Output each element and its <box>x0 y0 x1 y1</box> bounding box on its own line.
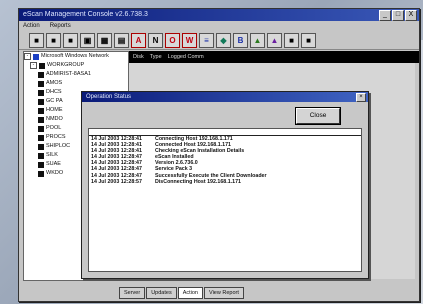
tree-item-label: SHIPLOC <box>46 143 71 149</box>
log-time: 14 Jul 2003 12:28:57 <box>91 178 142 185</box>
close-button[interactable]: Close <box>296 108 340 124</box>
operation-status-dialog: Operation Status × Close 14 Jul 2003 12:… <box>81 91 369 279</box>
toolbar-button-14[interactable]: ▲ <box>250 32 265 48</box>
tab-view-report[interactable]: View Report <box>204 287 244 299</box>
dialog-title: Operation Status <box>86 94 132 100</box>
tab-server[interactable]: Server <box>119 287 146 299</box>
toolbar-button-7[interactable]: A <box>131 32 146 48</box>
toolbar-button-15[interactable]: ▲ <box>267 32 282 48</box>
maximize-button[interactable]: □ <box>392 10 404 21</box>
tree-item-label: GC PA <box>46 98 63 104</box>
network-icon <box>33 53 39 60</box>
tree-item-label: WKDO <box>46 170 64 176</box>
toolbar-button-9[interactable]: O <box>165 32 180 48</box>
computer-icon <box>38 152 44 159</box>
collapse-icon[interactable]: - <box>30 62 37 69</box>
close-window-button[interactable]: X <box>405 10 417 21</box>
computer-icon <box>38 89 44 96</box>
window-controls: _ □ X <box>379 10 417 21</box>
tree-item-label: ADMIRIST-8ASA1 <box>46 71 91 77</box>
computer-icon <box>38 125 44 132</box>
tree-root-label: Microsoft Windows Network <box>41 53 109 59</box>
column-header[interactable]: Disk <box>133 51 144 63</box>
computer-icon <box>38 170 44 177</box>
toolbar: ■ ■ ■ ▣ ▦ ▤ A N O W ≡ ◆ B ▲ ▲ ■ ■ <box>19 31 419 50</box>
tree-item-label: NMDO <box>46 116 63 122</box>
toolbar-button-17[interactable]: ■ <box>301 32 316 48</box>
workgroup-icon <box>39 62 45 69</box>
tree-item-label: DHCS <box>46 89 62 95</box>
toolbar-button-1[interactable]: ■ <box>29 32 44 48</box>
toolbar-button-6[interactable]: ▤ <box>114 32 129 48</box>
column-header[interactable]: Logged Comm <box>168 51 204 63</box>
tab-updates[interactable]: Updates <box>146 287 177 299</box>
title-bar: eScan Management Console v2.6.738.3 _ □ … <box>19 9 419 21</box>
tree-item-label: POOL <box>46 125 62 131</box>
computer-icon <box>38 134 44 141</box>
toolbar-button-3[interactable]: ■ <box>63 32 78 48</box>
toolbar-button-12[interactable]: ◆ <box>216 32 231 48</box>
tree-item-label: SILK <box>46 152 58 158</box>
tree-item[interactable]: ADMIRIST-8ASA1 <box>24 70 128 79</box>
toolbar-button-4[interactable]: ▣ <box>80 32 95 48</box>
tree-item-label: PROCS <box>46 134 66 140</box>
log-row: 14 Jul 2003 12:28:57 DisConnecting Host 1… <box>89 179 361 185</box>
toolbar-button-8[interactable]: N <box>148 32 163 48</box>
computer-icon <box>38 116 44 123</box>
column-header[interactable]: Type <box>150 51 162 63</box>
status-log: 14 Jul 2003 12:28:41 Connecting Host 192.… <box>88 128 362 272</box>
toolbar-button-13[interactable]: B <box>233 32 248 48</box>
bottom-tab-strip: Server Updates Action View Report <box>119 287 244 299</box>
tree-root[interactable]: - Microsoft Windows Network <box>24 52 128 61</box>
computer-icon <box>38 107 44 114</box>
toolbar-button-10[interactable]: W <box>182 32 197 48</box>
window-title: eScan Management Console v2.6.738.3 <box>23 11 148 18</box>
toolbar-button-5[interactable]: ▦ <box>97 32 112 48</box>
toolbar-button-11[interactable]: ≡ <box>199 32 214 48</box>
log-message: DisConnecting Host 192.168.1.171 <box>155 178 241 185</box>
computer-icon <box>38 71 44 78</box>
menu-reports[interactable]: Reports <box>50 21 71 31</box>
computer-icon <box>38 143 44 150</box>
menu-action[interactable]: Action <box>23 21 40 31</box>
tree-item-label: HOME <box>46 107 63 113</box>
tree-group-label: WORKGROUP <box>47 62 85 68</box>
dialog-close-icon[interactable]: × <box>356 93 366 102</box>
dialog-title-bar: Operation Status × <box>82 92 368 102</box>
computer-icon <box>38 80 44 87</box>
tree-item[interactable]: AMOS <box>24 79 128 88</box>
computer-icon <box>38 161 44 168</box>
tab-action[interactable]: Action <box>177 287 203 299</box>
computer-icon <box>38 98 44 105</box>
menu-bar: Action Reports <box>19 21 419 31</box>
tree-group[interactable]: - WORKGROUP <box>24 61 128 70</box>
collapse-icon[interactable]: - <box>24 53 31 60</box>
tree-item-label: SUAE <box>46 161 61 167</box>
list-header: Disk Type Logged Comm <box>129 51 419 63</box>
minimize-button[interactable]: _ <box>379 10 391 21</box>
tree-item-label: AMOS <box>46 80 63 86</box>
management-console-window: eScan Management Console v2.6.738.3 _ □ … <box>18 8 420 302</box>
toolbar-button-2[interactable]: ■ <box>46 32 61 48</box>
toolbar-button-16[interactable]: ■ <box>284 32 299 48</box>
